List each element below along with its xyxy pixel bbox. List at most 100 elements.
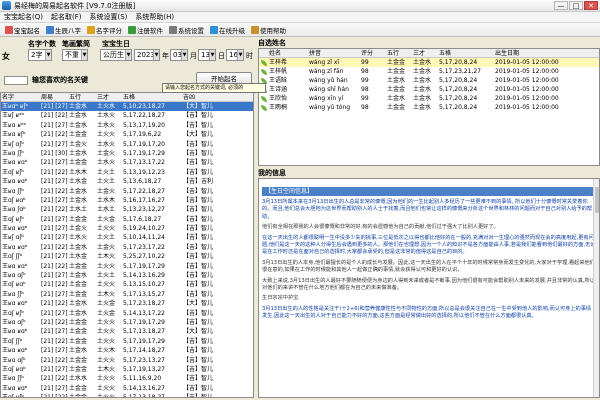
stroke-select[interactable]: 不重 ▼ [62, 49, 88, 61]
table-row[interactable]: 王ʁɑ ʁɑᵇ [21] [27] 土金金 土火火 5,14,13,16,27 【吉】智儿 [1, 384, 253, 393]
table-row[interactable]: 王ʁɑ ʃʃᵇ [21] [27] 土金金 土木火 5,17,13,15,27 【吉】智儿 [1, 290, 253, 299]
table-row[interactable]: 王ʁɑ ʃʃᵇ [21] [30] 土金水 土金火 5,17,19,17,29 【吉】智儿 [1, 149, 253, 158]
hour-select[interactable]: 16 ▼ [226, 49, 244, 61]
scrollbar-thumb[interactable] [595, 187, 599, 213]
name-score-button[interactable]: 名字评分 [84, 24, 125, 36]
column-header[interactable]: 五行 [387, 49, 413, 57]
table-cell: 5,17,13,15,27 [123, 290, 165, 298]
table-row[interactable]: 王ʁɑ ʁɑᵇ [21] [22] 土金水 土火金 5,17,23,18,27 【大】智儿 [1, 299, 253, 308]
table-row[interactable]: 王ʁɑ ɑʃᵇ [21] [22] 土金金 土火火 5,17,23,13,27 【吉】智儿 [1, 356, 253, 365]
table-row[interactable]: 王ʁɑ ʃʃᵇ [21] [22] 土金水 土金火 5,17,22,18,27 【吉】智儿 [1, 187, 253, 196]
info-scrollbar[interactable] [593, 179, 599, 397]
name-count-select[interactable]: 2字 ▼ [28, 49, 52, 61]
column-header[interactable]: 出生日期 [495, 49, 595, 57]
bazi-icon [46, 25, 54, 34]
help-button[interactable]: 使用帮助 [248, 24, 289, 36]
year-unit: 年 [162, 52, 169, 60]
table-cell: 5,17,23,17,22 [123, 243, 165, 251]
system-settings-button[interactable]: 系统设置 [166, 24, 207, 36]
help-icon [251, 25, 259, 34]
day-select[interactable]: 13 ▼ [198, 49, 216, 61]
table-cell: 土金水 [69, 196, 88, 204]
chevron-down-icon: ▼ [125, 50, 131, 60]
maximize-button[interactable]: □ [569, 1, 583, 10]
table-cell: 土火土 [97, 272, 116, 280]
column-header[interactable]: 吉凶 [183, 93, 253, 101]
table-cell: 王ɑʃ ʁʃᵇ [2, 168, 24, 176]
menu-naming[interactable]: 起名取(F) [47, 12, 86, 22]
table-row[interactable]: 王ɑʃ ʁɑᵇ [21] [27] 土金水 土水木 5,16,17,16,27 【吉】智儿 [1, 196, 253, 205]
table-row[interactable]: 王ʁɑ ʁɑᵇ [21] [27] 土金水 土火木 5,17,14,18,27 【吉】智儿 [1, 346, 253, 355]
minimize-button[interactable]: — [554, 1, 568, 10]
register-button[interactable]: 注册软件 [125, 24, 166, 36]
table-row[interactable]: 王诗涵 wáng shī hán 98 土金金 土金水 5,17,20,8,24 2019-… [259, 85, 599, 94]
column-header[interactable]: 名字 [1, 93, 41, 101]
info-paragraph: 3月13日所属本来在3月13日出生的人总是非常的慷慨,因为他们的一生比起别人多经… [262, 199, 593, 220]
table-row[interactable]: 王ʁɑ ʁɑᵇ [21] [22] 土金水 土金火 5,17,23,17,22 【吉】智儿 [1, 243, 253, 252]
table-row[interactable]: 王ʁɑ ʁʃᵇ [21] [22] 土金金 土火火 5,17,19,6,22 【大】智儿 [1, 130, 253, 139]
keyword-input[interactable] [4, 76, 28, 85]
table-row[interactable]: 王梓帆 wáng zǐ fān 98 土金金 土金水 5,17,23,21,27 2019-… [259, 67, 599, 76]
column-header[interactable]: 五格 [123, 93, 183, 101]
table-row[interactable]: 王ʁɑ ʃɑᵇ [21] [22] 土水土 土水土 5,13,23,12,27 【吉】智儿 [1, 205, 253, 214]
table-row[interactable]: 王ʁɑ ʁɑᵇ [21] [22] 土金金 土火火 5,17,19,17,29 【吉】智儿 [1, 262, 253, 271]
table-row[interactable]: 王ɑʃ ʁɑᵇ [21] [27] 土金金 土木火 5,17,19,13,27 【吉】智儿 [1, 365, 253, 374]
table-cell: 土火火 [97, 394, 116, 398]
table-cell: 土金金 [387, 104, 406, 111]
table-cell: 王ʁʃ ɑʃᵇ [2, 140, 24, 148]
info-paragraph: 3月13日出生的人本身,他们最擅长的是个人的成长与发展。因此,这一天出生的人在平… [262, 259, 595, 274]
table-cell: 土火土 [97, 178, 116, 186]
table-row[interactable]: 王ʁɑᵇ ʁʃᵇ [21] [27] 土金水 土火水 5,10,23,18,27 【大】智… [1, 102, 253, 112]
table-cell: 土火火 [97, 356, 116, 364]
menu-settings[interactable]: 系统设置(S) [85, 12, 131, 22]
month-select[interactable]: 03 ▼ [170, 49, 188, 61]
table-cell: 【吉】智儿 [183, 365, 214, 373]
column-header[interactable]: 五格 [439, 49, 495, 57]
table-cell: 【吉】智儿 [183, 168, 214, 176]
table-row[interactable]: 王ʁɑ ʁɑᵇ [21] [27] 土水金 土火土 5,13,6,18,27 【吉】吉利 [1, 177, 253, 186]
column-header[interactable]: 姓名 [269, 49, 309, 57]
table-row[interactable]: 王ɑʃ ʁʃᵇ [21] [27] 土金水 土火金 5,14,13,17,22 【吉】智儿 [1, 309, 253, 318]
table-row[interactable]: 王语晗 wáng yǔ hán 99 土金水 土金水 5,17,20,8,24 2019-0… [259, 76, 599, 85]
table-cell: 土金水 [413, 68, 432, 75]
table-row[interactable]: 王ʁɑ ʃʃᵇ [21] [22] 土水水 土火火 5,11,16,9,20 【吉】智儿 [1, 374, 253, 383]
info-paragraph: 他们有全相在那我的人会很慷慨和非常的好,有的会遗憾他为自己的贡献,他们过于强大了… [262, 224, 499, 231]
table-row[interactable]: 王梓希 wáng zǐ xī 99 土金金 土金水 5,17,20,8,24 2019-01… [259, 58, 599, 67]
online-update-button[interactable]: 在线升级 [207, 24, 248, 36]
close-button[interactable]: ✕ [584, 1, 598, 10]
table-cell: 5,11,16,9,20 [123, 375, 162, 383]
table-row[interactable]: 王ɑʃ ʁʃᵇ [21] [22] 土水木 土火土 5,13,19,12,23 【吉】智儿 [1, 168, 253, 177]
table-row[interactable]: 王ɑʃ ʁɑᵇ [21] [22] 土金金 土火火 5,13,15,10,27 【吉】智儿 [1, 280, 253, 289]
table-cell: 土金火 [97, 187, 116, 195]
table-row[interactable]: 王ʁɑ ʁɑᵇ [21] [27] 土金火 土火火 5,19,24,10,27 【吉】智儿 [1, 224, 253, 233]
table-cell: 【吉】吉利 [183, 178, 214, 186]
bazi-button[interactable]: 生辰八字 [43, 24, 84, 36]
table-row[interactable]: 王ɑʃ ʁʃᵇ [21] [27] 土金金 土火金 5,17,6,18,27 【吉】智儿 [1, 215, 253, 224]
table-row[interactable]: 王ʁʃ ʁᵃᵇ [21] [22] 土金水 土水火 5,17,22,18,27 【吉】智儿 [1, 111, 253, 120]
table-row[interactable]: 王ʁɑ ɑʃᵇ [21] [22] 土金金 土火火 5,17,19,17,29 【吉】智儿 [1, 318, 253, 327]
calendar-select[interactable]: 公历生 ▼ [100, 49, 132, 61]
table-row[interactable]: 王欣怡 wáng xīn yí 99 土金水 土金水 5,17,20,8,24 2019-0… [259, 94, 599, 103]
table-row[interactable]: 王ʁɑ ɑʃᵇ [21] [27] 土金水 土火土 5,14,13,16,29 【吉】智儿 [1, 271, 253, 280]
menu-baby-naming[interactable]: 宝宝起名(Q) [0, 12, 47, 22]
column-header[interactable]: 周易 [41, 93, 69, 101]
table-row[interactable]: 王ʁɑ ʁɑᵇ [21] [27] 土金金 土水火 5,17,13,17,22 【吉】智儿 [1, 158, 253, 167]
table-row[interactable]: 王ɑʃ ʃʃᵇ [21] [22] 土金金 土火火 5,17,19,17,29 【吉】智儿 [1, 337, 253, 346]
column-header[interactable]: 三才 [97, 93, 123, 101]
column-header[interactable]: 三才 [413, 49, 439, 57]
table-cell: 5,16,17,16,27 [123, 196, 165, 204]
year-select[interactable]: 2023 ▼ [134, 49, 160, 61]
column-header[interactable]: 评分 [361, 49, 387, 57]
column-header[interactable]: 五行 [69, 93, 97, 101]
baby-naming-button[interactable]: 宝宝起名 [2, 24, 43, 36]
table-row[interactable]: 王ʁʃ ɑʃᵇ [21] [27] 土金火 土水火 5,17,19,17,20 【吉】智儿 [1, 140, 253, 149]
table-cell: [21] [22] [41, 394, 68, 398]
menu-help[interactable]: 系统帮助(H) [131, 12, 178, 22]
table-row[interactable]: 王ʁɑ ʁɑᵇ [21] [27] 土金金 土火火 5,17,13,18,27 【大】智儿 [1, 327, 253, 336]
table-row[interactable]: 王ɑʃ ʁʃᵇ [21] [22] 土金金 土火火 5,17,13,18,27 【吉】智儿 [1, 393, 253, 398]
table-row[interactable]: 王雨桐 wáng yǔ tóng 98 土金金 土金水 5,17,20,8,24 2019-… [259, 103, 599, 112]
table-row[interactable]: 王ɑʃ ʃʃᵇ [21] [27] 土水金 土木火 5,25,27,10,22 【吉】智儿 [1, 252, 253, 261]
table-row[interactable]: 王ʁɑ ʁᵉᵇ [21] [27] 土金水 土水火 5,13,17,19,20 【吉】智儿 [1, 121, 253, 130]
column-header[interactable]: 拼音 [309, 49, 361, 57]
table-row[interactable]: 王ʁʃ ɑʃᵇ [21] [27] 土水火 土火土 5,10,14,11,24 【吉】智儿 [1, 233, 253, 242]
